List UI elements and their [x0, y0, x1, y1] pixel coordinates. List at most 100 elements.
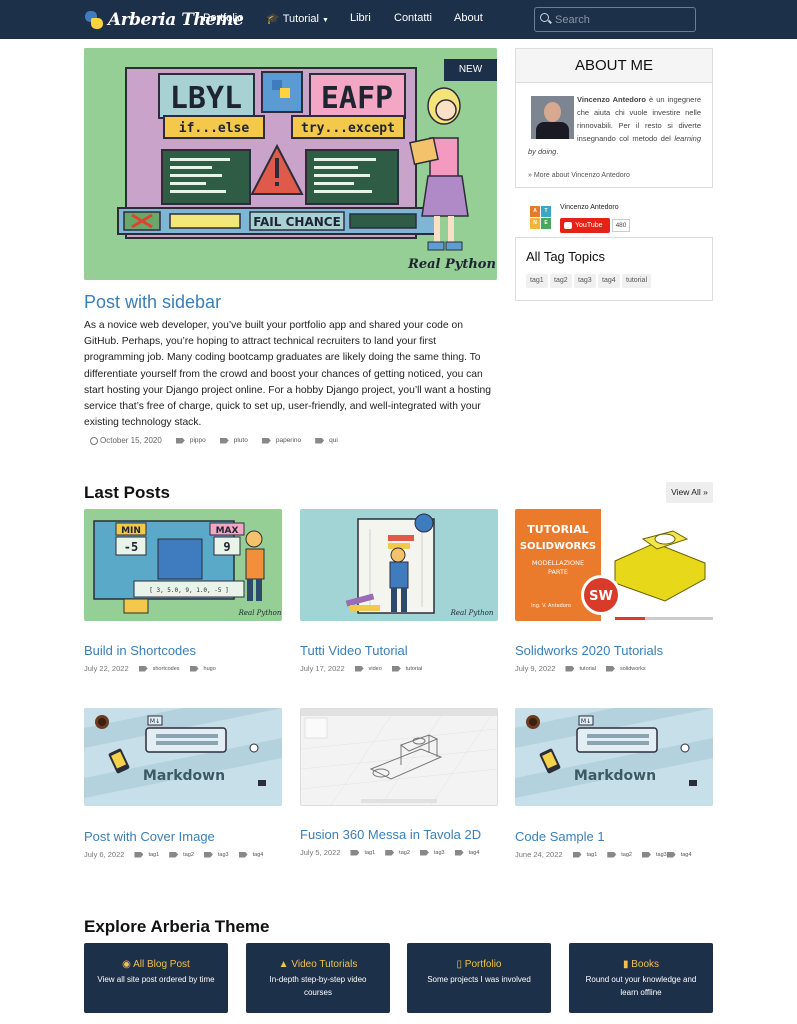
tag-link[interactable]: tag4	[454, 849, 480, 856]
explore-card-desc: Some projects I was involved	[427, 975, 531, 984]
graduation-cap-icon: ▲	[278, 959, 289, 970]
tag-label: solidworks	[619, 665, 646, 672]
post-title[interactable]: Build in Shortcodes	[84, 643, 196, 658]
real-python-text: Real Python	[407, 257, 496, 272]
tag-link[interactable]: solidworks	[605, 665, 646, 672]
explore-card-video-tutorials[interactable]: ▲ Video Tutorials In-depth step-by-step …	[246, 943, 390, 1013]
tags-title: All Tag Topics	[526, 249, 606, 264]
view-all-button[interactable]: View All »	[666, 482, 713, 503]
tag-icon	[238, 851, 248, 858]
tag-label: tag4	[680, 851, 692, 858]
nav-item-portfolio[interactable]: Portfolio	[203, 12, 243, 24]
python-logo-icon	[84, 10, 104, 30]
tag-link[interactable]: tag1	[350, 849, 375, 856]
youtube-channel-name[interactable]: Vincenzo Antedoro	[560, 204, 619, 211]
tag-icon	[315, 437, 325, 444]
eafp-text: EAFP	[321, 81, 393, 116]
tag-link[interactable]: hugo	[189, 665, 216, 672]
nav-item-tutorial[interactable]: 🎓 Tutorial ▼	[266, 12, 329, 25]
caret-down-icon: ▼	[321, 17, 329, 24]
tag-link[interactable]: pluto	[219, 437, 248, 444]
tag-icon	[572, 851, 582, 858]
tag-link[interactable]: tag4	[238, 851, 263, 858]
tag-icon	[666, 851, 676, 858]
tag-label: paperino	[275, 437, 302, 444]
post-thumbnail[interactable]: MIN MAX -5 9 [ 3, 5.0, 9, 1.0, -5 ] Real…	[84, 509, 282, 621]
tag-link[interactable]: tag2	[385, 849, 410, 856]
post-thumbnail[interactable]	[300, 708, 498, 806]
post-thumbnail[interactable]: M↓ Markdown	[84, 708, 282, 806]
tag-link[interactable]: shortcodes	[138, 665, 180, 672]
post-date: July 22, 2022	[84, 664, 129, 673]
featured-post-excerpt: As a novice web developer, you’ve built …	[84, 320, 491, 429]
tag-link[interactable]: tutorial	[391, 665, 423, 672]
markdown-key-text: M↓	[150, 718, 160, 725]
tag-icon	[565, 665, 575, 672]
video-tutorial-illustration: Real Python	[345, 513, 494, 617]
rss-icon: ◉	[122, 959, 131, 970]
tag-link[interactable]: tag1	[572, 851, 597, 858]
tag-link[interactable]: tag3	[419, 849, 445, 856]
tag-icon	[641, 851, 651, 858]
post-date: July 17, 2022	[300, 664, 345, 673]
post-thumbnail[interactable]: M↓ Markdown	[515, 708, 713, 806]
tag-label: tag4	[468, 849, 480, 856]
all-tag-topics-card: All Tag Topics tag1 tag2 tag3 tag4 tutor…	[515, 237, 713, 301]
tag-link[interactable]: tag3	[203, 851, 229, 858]
nav-item-contatti[interactable]: Contatti	[394, 12, 432, 24]
post-thumbnail[interactable]: Real Python	[300, 509, 498, 621]
search-input[interactable]	[555, 11, 690, 28]
tag-label: tag3	[217, 851, 229, 858]
tag-link[interactable]: pippo	[175, 437, 206, 444]
post-title[interactable]: Post with Cover Image	[84, 829, 215, 844]
tag-link[interactable]: tag2	[169, 851, 194, 858]
tag-chip[interactable]: tag3	[574, 274, 596, 288]
tag-chip[interactable]: tag4	[598, 274, 620, 288]
explore-card-portfolio[interactable]: ▯ Portfolio Some projects I was involved	[407, 943, 551, 1013]
tag-link[interactable]: tag3	[641, 851, 667, 858]
about-me-text: Vincenzo Antedoro è un ingegnere che aiu…	[528, 95, 701, 156]
tag-icon	[261, 437, 271, 444]
tag-link[interactable]: video	[354, 665, 382, 672]
explore-card-title: Video Tutorials	[291, 959, 358, 970]
tag-label: tag2	[621, 851, 632, 858]
about-me-card: ABOUT ME Vincenzo Antedoro è un ingegner…	[515, 48, 713, 188]
solidworks-logo-text: SW	[589, 589, 613, 604]
thumb-author: Ing. V. Antedoro	[531, 603, 571, 609]
new-badge: NEW	[444, 59, 497, 81]
post-title[interactable]: Code Sample 1	[515, 829, 605, 844]
nav-item-about[interactable]: About	[454, 12, 483, 24]
tag-label: shortcodes	[152, 665, 180, 672]
about-more-link[interactable]: » More about Vincenzo Antedoro	[528, 172, 630, 179]
tag-link[interactable]: tag2	[607, 851, 632, 858]
tag-label: tag3	[433, 849, 445, 856]
post-title[interactable]: Fusion 360 Messa in Tavola 2D	[300, 827, 481, 842]
nav-item-libri[interactable]: Libri	[350, 12, 371, 24]
explore-card-blog[interactable]: ◉ All Blog Post View all site post order…	[84, 943, 228, 1013]
tag-label: tag2	[183, 851, 194, 858]
tag-chip[interactable]: tag1	[526, 274, 548, 288]
tag-link[interactable]: paperino	[261, 437, 302, 444]
tag-link[interactable]: tag4	[666, 851, 692, 858]
search-icon	[540, 13, 549, 22]
post-title[interactable]: Solidworks 2020 Tutorials	[515, 643, 663, 658]
featured-post-image[interactable]: LBYL EAFP if...else try...except FAIL CH…	[84, 48, 497, 280]
tag-label: tutorial	[405, 665, 423, 672]
about-me-title: ABOUT ME	[516, 49, 712, 83]
thumb-line2: SOLIDWORKS	[520, 541, 596, 552]
tag-chip[interactable]: tag2	[550, 274, 572, 288]
tag-label: video	[368, 665, 382, 672]
post-title[interactable]: Tutti Video Tutorial	[300, 643, 408, 658]
explore-card-books[interactable]: ▮ Books Round out your knowledge and lea…	[569, 943, 713, 1013]
youtube-subscribe-button[interactable]: YouTube	[560, 218, 610, 233]
post-thumbnail[interactable]: TUTORIAL SOLIDWORKS MODELLAZIONE PARTE I…	[515, 509, 713, 621]
post-date: July 6, 2022	[84, 850, 125, 859]
tag-icon	[350, 849, 360, 856]
tag-link[interactable]: tag1	[134, 851, 159, 858]
map-icon: ▯	[456, 959, 463, 970]
featured-post-title[interactable]: Post with sidebar	[84, 292, 221, 313]
tag-link[interactable]: tutorial	[565, 665, 596, 672]
tag-chip[interactable]: tutorial	[622, 274, 652, 288]
explore-card-title: Portfolio	[464, 959, 502, 970]
tag-link[interactable]: qui	[315, 437, 338, 444]
